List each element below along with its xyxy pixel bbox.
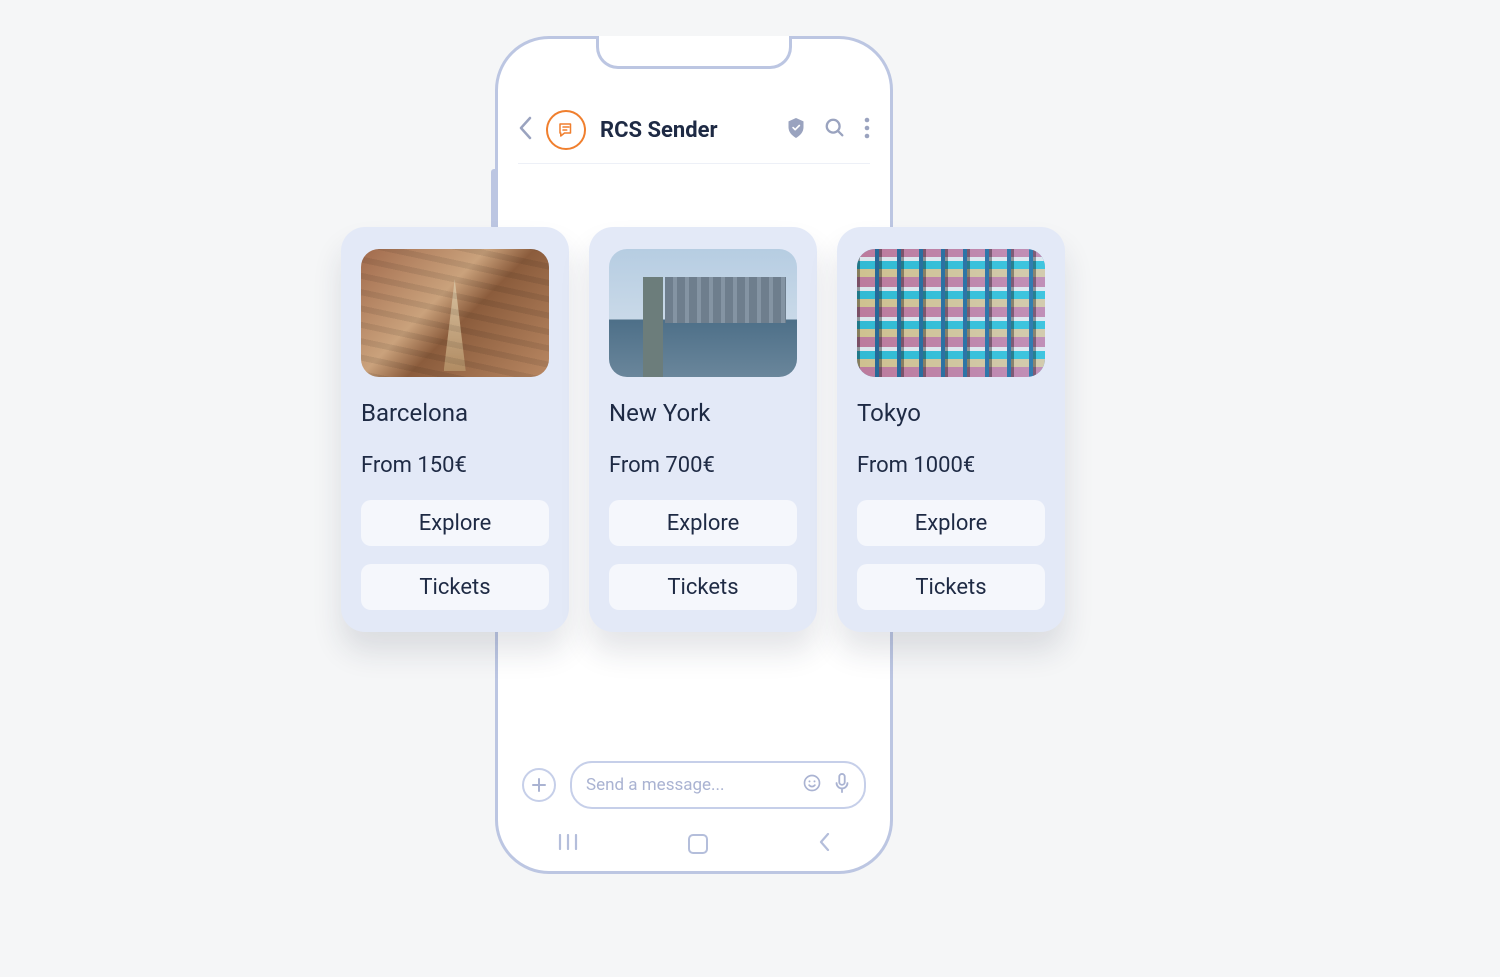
- destination-carousel[interactable]: Barcelona From 150€ Explore Tickets New …: [341, 227, 1065, 632]
- tickets-button[interactable]: Tickets: [857, 564, 1045, 610]
- destination-title: New York: [609, 399, 797, 427]
- explore-button[interactable]: Explore: [609, 500, 797, 546]
- microphone-icon[interactable]: [834, 773, 850, 797]
- destination-card[interactable]: New York From 700€ Explore Tickets: [589, 227, 817, 632]
- verified-shield-icon: [786, 117, 806, 143]
- message-placeholder: Send a message...: [586, 775, 725, 795]
- tickets-button[interactable]: Tickets: [609, 564, 797, 610]
- app-title: RCS Sender: [600, 118, 718, 143]
- phone-notch: [596, 36, 792, 69]
- nav-home-icon[interactable]: [688, 834, 708, 854]
- system-nav-bar: [558, 833, 830, 855]
- destination-image: [857, 249, 1045, 377]
- tickets-button[interactable]: Tickets: [361, 564, 549, 610]
- destination-card[interactable]: Barcelona From 150€ Explore Tickets: [341, 227, 569, 632]
- nav-recents-icon[interactable]: [558, 834, 578, 854]
- more-options-icon[interactable]: [864, 117, 870, 143]
- brand-logo-icon: [546, 110, 586, 150]
- destination-price: From 150€: [361, 453, 549, 478]
- explore-button[interactable]: Explore: [361, 500, 549, 546]
- destination-price: From 700€: [609, 453, 797, 478]
- phone-side-button: [491, 169, 495, 229]
- explore-button[interactable]: Explore: [857, 500, 1045, 546]
- destination-price: From 1000€: [857, 453, 1045, 478]
- emoji-icon[interactable]: [802, 773, 822, 797]
- back-icon[interactable]: [518, 116, 532, 144]
- app-header: RCS Sender: [518, 97, 870, 164]
- destination-image: [361, 249, 549, 377]
- add-attachment-icon[interactable]: [522, 768, 556, 802]
- destination-title: Barcelona: [361, 399, 549, 427]
- message-composer: Send a message...: [522, 761, 866, 809]
- message-input[interactable]: Send a message...: [570, 761, 866, 809]
- destination-title: Tokyo: [857, 399, 1045, 427]
- nav-back-icon[interactable]: [818, 833, 830, 855]
- destination-card[interactable]: Tokyo From 1000€ Explore Tickets: [837, 227, 1065, 632]
- search-icon[interactable]: [824, 117, 846, 143]
- destination-image: [609, 249, 797, 377]
